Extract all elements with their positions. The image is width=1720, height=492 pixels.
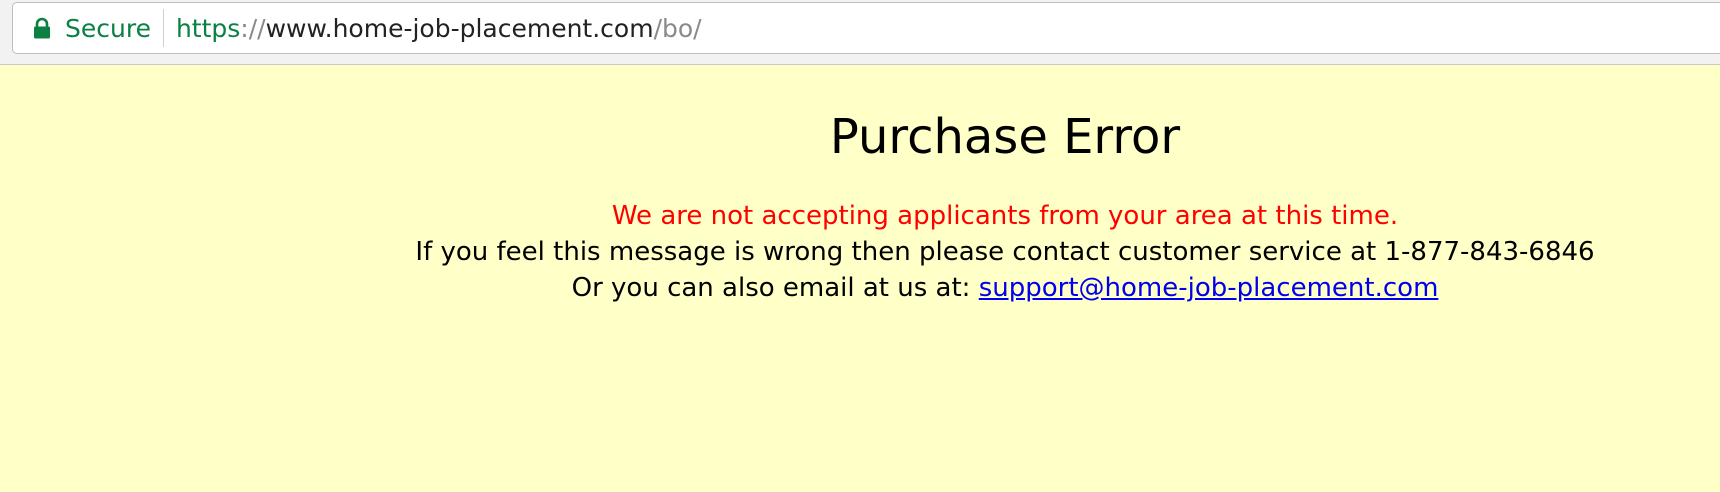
lock-icon[interactable] — [29, 15, 55, 41]
browser-chrome: Secure https://www.home-job-placement.co… — [0, 0, 1720, 65]
url-path: /bo/ — [653, 13, 702, 43]
page-title: Purchase Error — [829, 109, 1181, 165]
contact-message: If you feel this message is wrong then p… — [415, 237, 1595, 267]
page-content: Purchase Error We are not accepting appl… — [0, 65, 1720, 492]
secure-label[interactable]: Secure — [65, 14, 151, 43]
url-text[interactable]: https://www.home-job-placement.com/bo/ — [176, 14, 702, 43]
support-email-link[interactable]: support@home-job-placement.com — [979, 273, 1439, 303]
email-message: Or you can also email at us at: support@… — [290, 270, 1720, 306]
url-separator: :// — [240, 13, 266, 43]
address-bar[interactable]: Secure https://www.home-job-placement.co… — [12, 2, 1720, 54]
message-block: We are not accepting applicants from you… — [0, 198, 1720, 306]
address-divider — [162, 9, 164, 47]
url-scheme: https — [175, 13, 241, 43]
error-message: We are not accepting applicants from you… — [611, 201, 1399, 231]
url-host: www.home-job-placement.com — [265, 13, 654, 43]
email-prefix: Or you can also email at us at: — [571, 273, 979, 303]
